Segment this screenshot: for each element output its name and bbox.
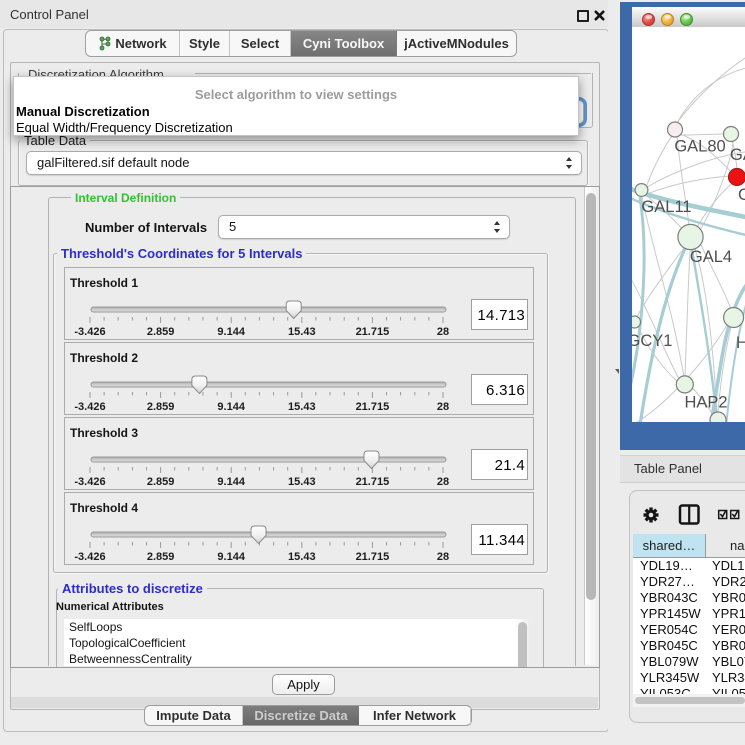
svg-text:HIS: HIS (736, 334, 745, 352)
svg-text:GCY1: GCY1 (632, 332, 672, 350)
svg-text:HAP2: HAP2 (684, 394, 727, 412)
svg-text:GAL3: GAL3 (730, 146, 745, 164)
svg-text:CD: CD (738, 186, 745, 204)
svg-text:GAL80: GAL80 (674, 138, 725, 156)
svg-text:GAL4: GAL4 (690, 248, 732, 266)
svg-text:GAL11: GAL11 (641, 198, 691, 216)
